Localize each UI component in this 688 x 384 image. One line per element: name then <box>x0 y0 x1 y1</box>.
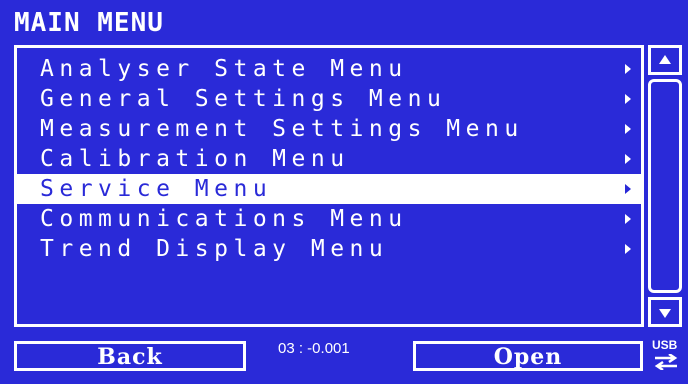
arrow-right-icon <box>625 184 631 194</box>
arrow-right-icon <box>625 154 631 164</box>
menu-item-general-settings[interactable]: General Settings Menu <box>17 84 641 114</box>
arrow-right-icon <box>625 94 631 104</box>
scroll-track[interactable] <box>648 79 682 293</box>
open-button[interactable]: Open <box>413 341 643 371</box>
page-title: MAIN MENU <box>14 8 164 38</box>
scroll-up-button[interactable] <box>648 45 682 75</box>
menu-item-communications[interactable]: Communications Menu <box>17 204 641 234</box>
menu-item-label: Communications Menu <box>40 206 408 232</box>
arrow-right-icon <box>625 244 631 254</box>
scrollbar[interactable] <box>648 45 684 327</box>
arrow-down-icon <box>659 309 671 318</box>
menu-panel: Analyser State Menu General Settings Men… <box>14 45 644 327</box>
status-readout: 03 : -0.001 <box>278 340 350 357</box>
arrow-up-icon <box>659 55 671 64</box>
menu-item-measurement-settings[interactable]: Measurement Settings Menu <box>17 114 641 144</box>
usb-indicator: USB <box>651 338 685 374</box>
usb-transfer-icon <box>654 354 678 370</box>
usb-label: USB <box>652 338 678 352</box>
menu-item-label: Calibration Menu <box>40 146 350 172</box>
instrument-screen: MAIN MENU Analyser State Menu General Se… <box>0 0 688 384</box>
scroll-down-button[interactable] <box>648 297 682 327</box>
menu-item-analyser-state[interactable]: Analyser State Menu <box>17 54 641 84</box>
menu-item-label: Service Menu <box>40 176 273 202</box>
arrow-right-icon <box>625 124 631 134</box>
menu-item-calibration[interactable]: Calibration Menu <box>17 144 641 174</box>
back-button[interactable]: Back <box>14 341 246 371</box>
menu-item-label: Analyser State Menu <box>40 56 408 82</box>
menu-item-label: Measurement Settings Menu <box>40 116 524 142</box>
menu-list: Analyser State Menu General Settings Men… <box>17 54 641 264</box>
menu-item-label: Trend Display Menu <box>40 236 389 262</box>
menu-item-trend-display[interactable]: Trend Display Menu <box>17 234 641 264</box>
arrow-right-icon <box>625 214 631 224</box>
menu-item-label: General Settings Menu <box>40 86 447 112</box>
arrow-right-icon <box>625 64 631 74</box>
menu-item-service[interactable]: Service Menu <box>17 174 641 204</box>
